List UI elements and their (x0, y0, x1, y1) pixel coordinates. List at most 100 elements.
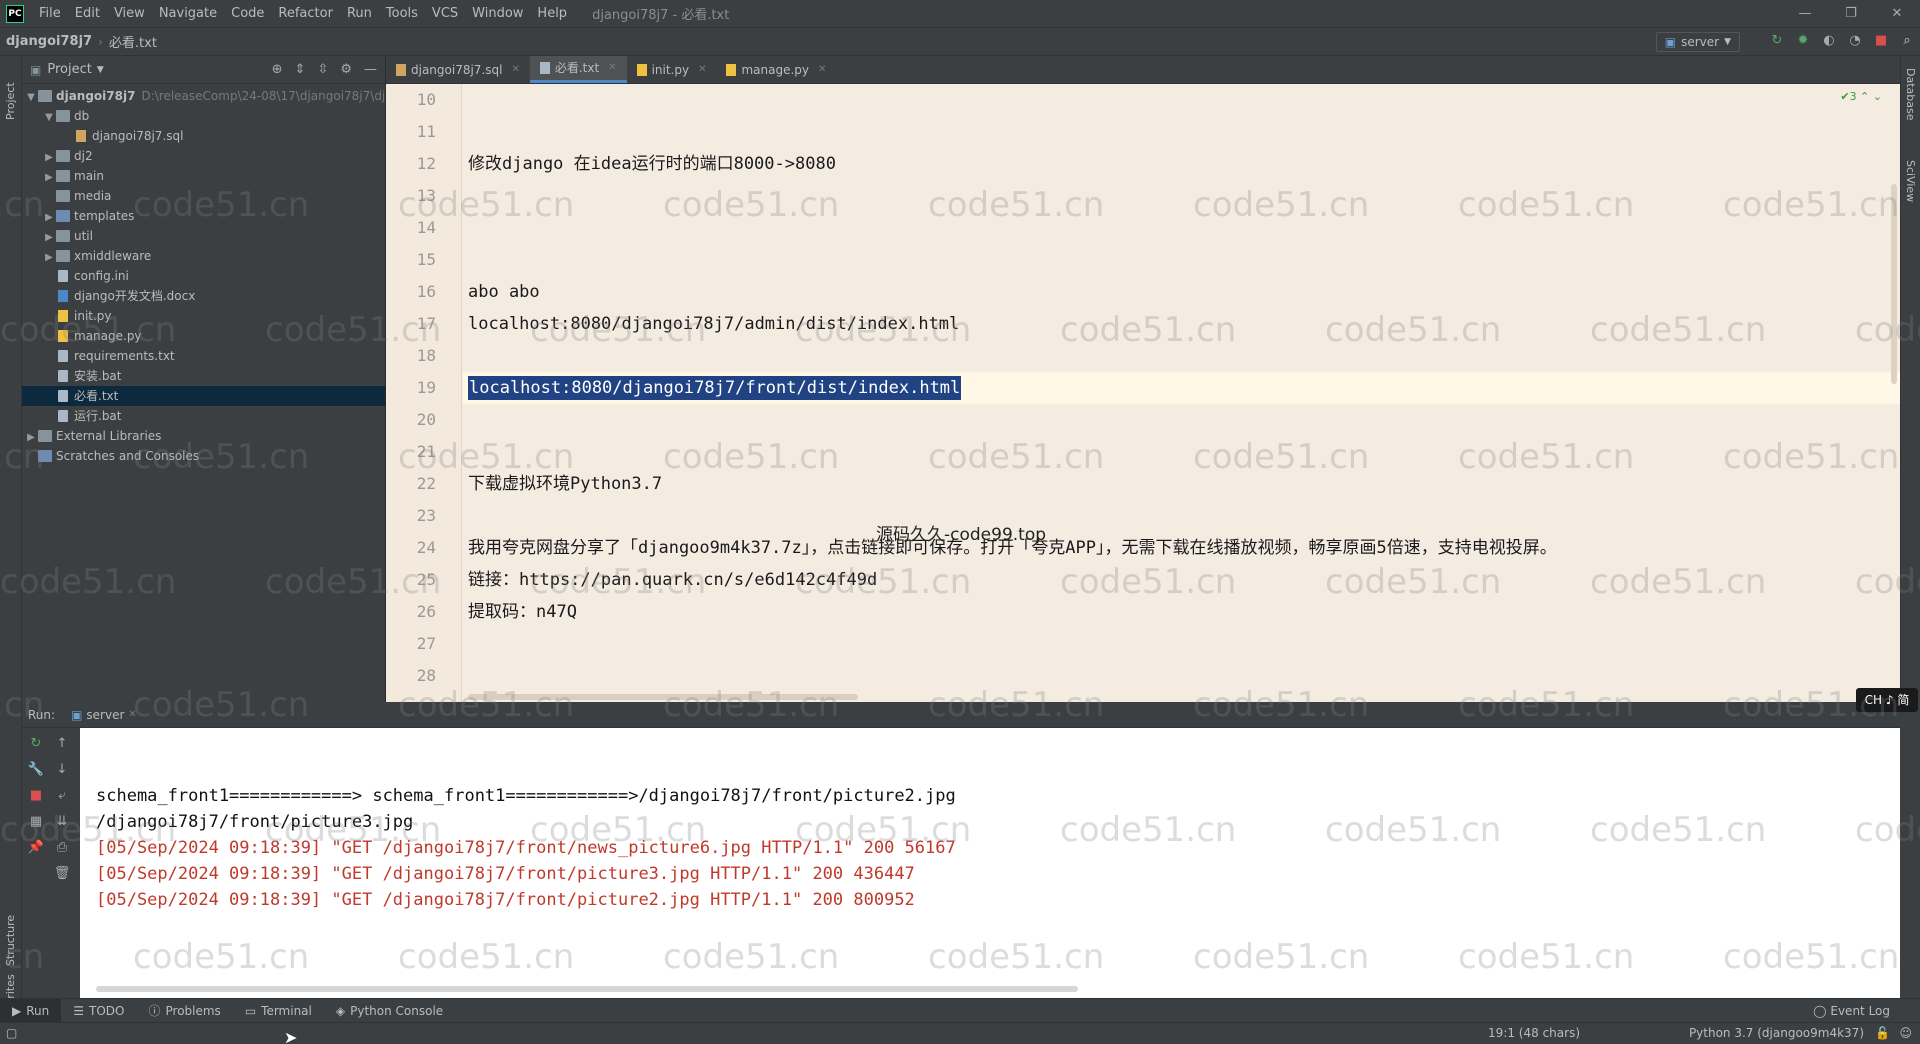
editor[interactable]: 10 11 12 13 14 15 16 17 18 19 20 21 22 23 24 25 26 27 28 修… (386, 84, 1900, 702)
close-icon[interactable]: ✕ (698, 56, 706, 84)
database-tool-button[interactable]: Database (1904, 68, 1917, 121)
tree-item[interactable]: ▶ External Libraries (22, 426, 385, 446)
tree-item[interactable]: media (22, 186, 385, 206)
expand-all-icon[interactable]: ⇕ (295, 62, 306, 77)
pin-icon[interactable]: 📌 (26, 838, 46, 858)
layout-icon[interactable]: ▦ (26, 812, 46, 832)
close-icon[interactable]: ✕ (511, 56, 519, 84)
menu-navigate[interactable]: Navigate (152, 6, 224, 21)
soft-wrap-icon[interactable]: ⤶ (52, 786, 72, 806)
chevron-right-icon[interactable]: ▶ (42, 148, 56, 166)
chevron-down-icon[interactable]: ▼ (24, 88, 38, 106)
menu-view[interactable]: View (107, 6, 152, 21)
tree-item[interactable]: djangoi78j7.sql (22, 126, 385, 146)
code-line[interactable]: localhost:8080/djangoi78j7/admin/dist/in… (468, 308, 959, 340)
tree-item[interactable]: ▶ util (22, 226, 385, 246)
tree-item[interactable]: 安装.bat (22, 366, 385, 386)
close-icon[interactable]: ✕ (128, 709, 136, 720)
search-icon[interactable]: ⌕ (1898, 32, 1916, 50)
menu-vcs[interactable]: VCS (425, 6, 465, 21)
code-line[interactable]: 提取码：n47Q (468, 596, 577, 628)
run-console[interactable]: schema_front1============> schema_front1… (80, 728, 1900, 998)
up-arrow-icon[interactable]: ↑ (52, 734, 72, 754)
stop-icon[interactable]: ■ (26, 786, 46, 806)
event-log-button[interactable]: ◯ Event Log (1813, 1004, 1890, 1018)
breadcrumb-file[interactable]: 必看.txt (103, 32, 163, 51)
structure-tool-button[interactable]: Structure (4, 915, 17, 966)
code-line[interactable]: 我用夸克网盘分享了「djangoo9m4k37.7z」，点击链接即可保存。打开「… (468, 532, 1557, 564)
close-icon[interactable]: ✕ (818, 56, 826, 84)
breadcrumb-project[interactable]: djangoi78j7 (0, 34, 98, 49)
tree-item[interactable]: django开发文档.docx (22, 286, 385, 306)
restore-icon[interactable]: ❐ (1828, 0, 1874, 28)
tree-item[interactable]: 必看.txt (22, 386, 385, 406)
rerun-icon[interactable]: ↻ (1768, 32, 1786, 50)
editor-vertical-scrollbar[interactable] (1891, 184, 1897, 384)
code-line[interactable]: 修改django 在idea运行时的端口8000->8080 (468, 148, 836, 180)
rerun-icon[interactable]: ↻ (26, 734, 46, 754)
gear-icon[interactable]: ⚙ (340, 62, 352, 77)
code-line[interactable]: abo abo (468, 276, 540, 308)
wrench-icon[interactable]: 🔧 (26, 760, 46, 780)
profile-icon[interactable]: ◔ (1846, 32, 1864, 50)
editor-tab[interactable]: djangoi78j7.sql ✕ (386, 56, 530, 83)
code-line[interactable]: 链接：https://pan.quark.cn/s/e6d142c4f49d (468, 564, 877, 596)
chevron-right-icon[interactable]: ▶ (42, 248, 56, 266)
notifications-icon[interactable]: ☺ (1899, 1026, 1912, 1040)
menu-help[interactable]: Help (530, 6, 574, 21)
chevron-right-icon[interactable]: ▶ (24, 428, 38, 446)
tree-item[interactable]: 运行.bat (22, 406, 385, 426)
chevron-right-icon[interactable]: ▶ (42, 168, 56, 186)
minimize-icon[interactable]: — (1782, 0, 1828, 28)
menu-edit[interactable]: Edit (68, 6, 107, 21)
code-line[interactable]: localhost:8080/djangoi78j7/front/dist/in… (468, 372, 962, 404)
tree-item[interactable]: ▶ xmiddleware (22, 246, 385, 266)
run-config-select[interactable]: ▣ server ▼ (1655, 32, 1740, 52)
menu-refactor[interactable]: Refactor (271, 6, 340, 21)
menu-code[interactable]: Code (224, 6, 271, 21)
print-icon[interactable]: ⎙ (52, 838, 72, 858)
menu-file[interactable]: File (32, 6, 68, 21)
project-tool-button[interactable]: Project (4, 82, 17, 120)
menu-tools[interactable]: Tools (379, 6, 425, 21)
close-icon[interactable]: ✕ (608, 54, 616, 82)
tab-problems[interactable]: ⓘ Problems (136, 999, 232, 1023)
layout-toggle-icon[interactable]: ▢ (6, 1026, 17, 1040)
editor-horizontal-scrollbar[interactable] (468, 694, 858, 700)
locate-icon[interactable]: ⊕ (272, 62, 283, 77)
editor-tab[interactable]: 必看.txt ✕ (529, 54, 627, 83)
tree-item[interactable]: ▼ db (22, 106, 385, 126)
chevron-down-icon[interactable]: ▼ (97, 65, 104, 75)
collapse-all-icon[interactable]: ⇳ (317, 62, 328, 77)
sciview-tool-button[interactable]: SciView (1904, 160, 1917, 202)
python-interpreter[interactable]: Python 3.7 (djangoo9m4k37) (1689, 1026, 1864, 1040)
editor-tab[interactable]: init.py ✕ (627, 56, 717, 83)
tab-run[interactable]: ▶ Run (0, 998, 62, 1023)
hide-icon[interactable]: — (364, 62, 377, 77)
console-horizontal-scrollbar[interactable] (96, 986, 1078, 992)
tree-item[interactable]: init.py (22, 306, 385, 326)
chevron-right-icon[interactable]: ▶ (42, 208, 56, 226)
menu-window[interactable]: Window (465, 6, 530, 21)
tree-root[interactable]: ▼ djangoi78j7 D:\releaseComp\24-08\17\djan… (22, 86, 385, 106)
tree-item[interactable]: Scratches and Consoles (22, 446, 385, 466)
inspection-widget[interactable]: ✔3 ⌃ ⌄ (1840, 90, 1882, 103)
caret-position[interactable]: 19:1 (48 chars) (1488, 1026, 1580, 1040)
run-tab-server[interactable]: ▣ server ✕ (71, 708, 137, 722)
tree-item[interactable]: manage.py (22, 326, 385, 346)
tree-item[interactable]: ▶ templates (22, 206, 385, 226)
scroll-to-end-icon[interactable]: ⇊ (52, 812, 72, 832)
tab-terminal[interactable]: ▭ Terminal (233, 999, 324, 1023)
close-icon[interactable]: ✕ (1874, 0, 1920, 28)
tab-python-console[interactable]: ◈ Python Console (324, 999, 455, 1023)
tab-todo[interactable]: ☰ TODO (61, 999, 136, 1023)
menu-run[interactable]: Run (340, 6, 379, 21)
tree-item[interactable]: ▶ main (22, 166, 385, 186)
project-panel-title[interactable]: Project (47, 62, 91, 77)
editor-tab[interactable]: manage.py ✕ (716, 56, 836, 83)
code-line[interactable]: 下载虚拟环境Python3.7 (468, 468, 662, 500)
lock-icon[interactable]: 🔓 (1875, 1026, 1890, 1040)
stop-icon[interactable]: ■ (1872, 32, 1890, 50)
chevron-right-icon[interactable]: ▶ (42, 228, 56, 246)
chevron-down-icon[interactable]: ▼ (42, 108, 56, 126)
